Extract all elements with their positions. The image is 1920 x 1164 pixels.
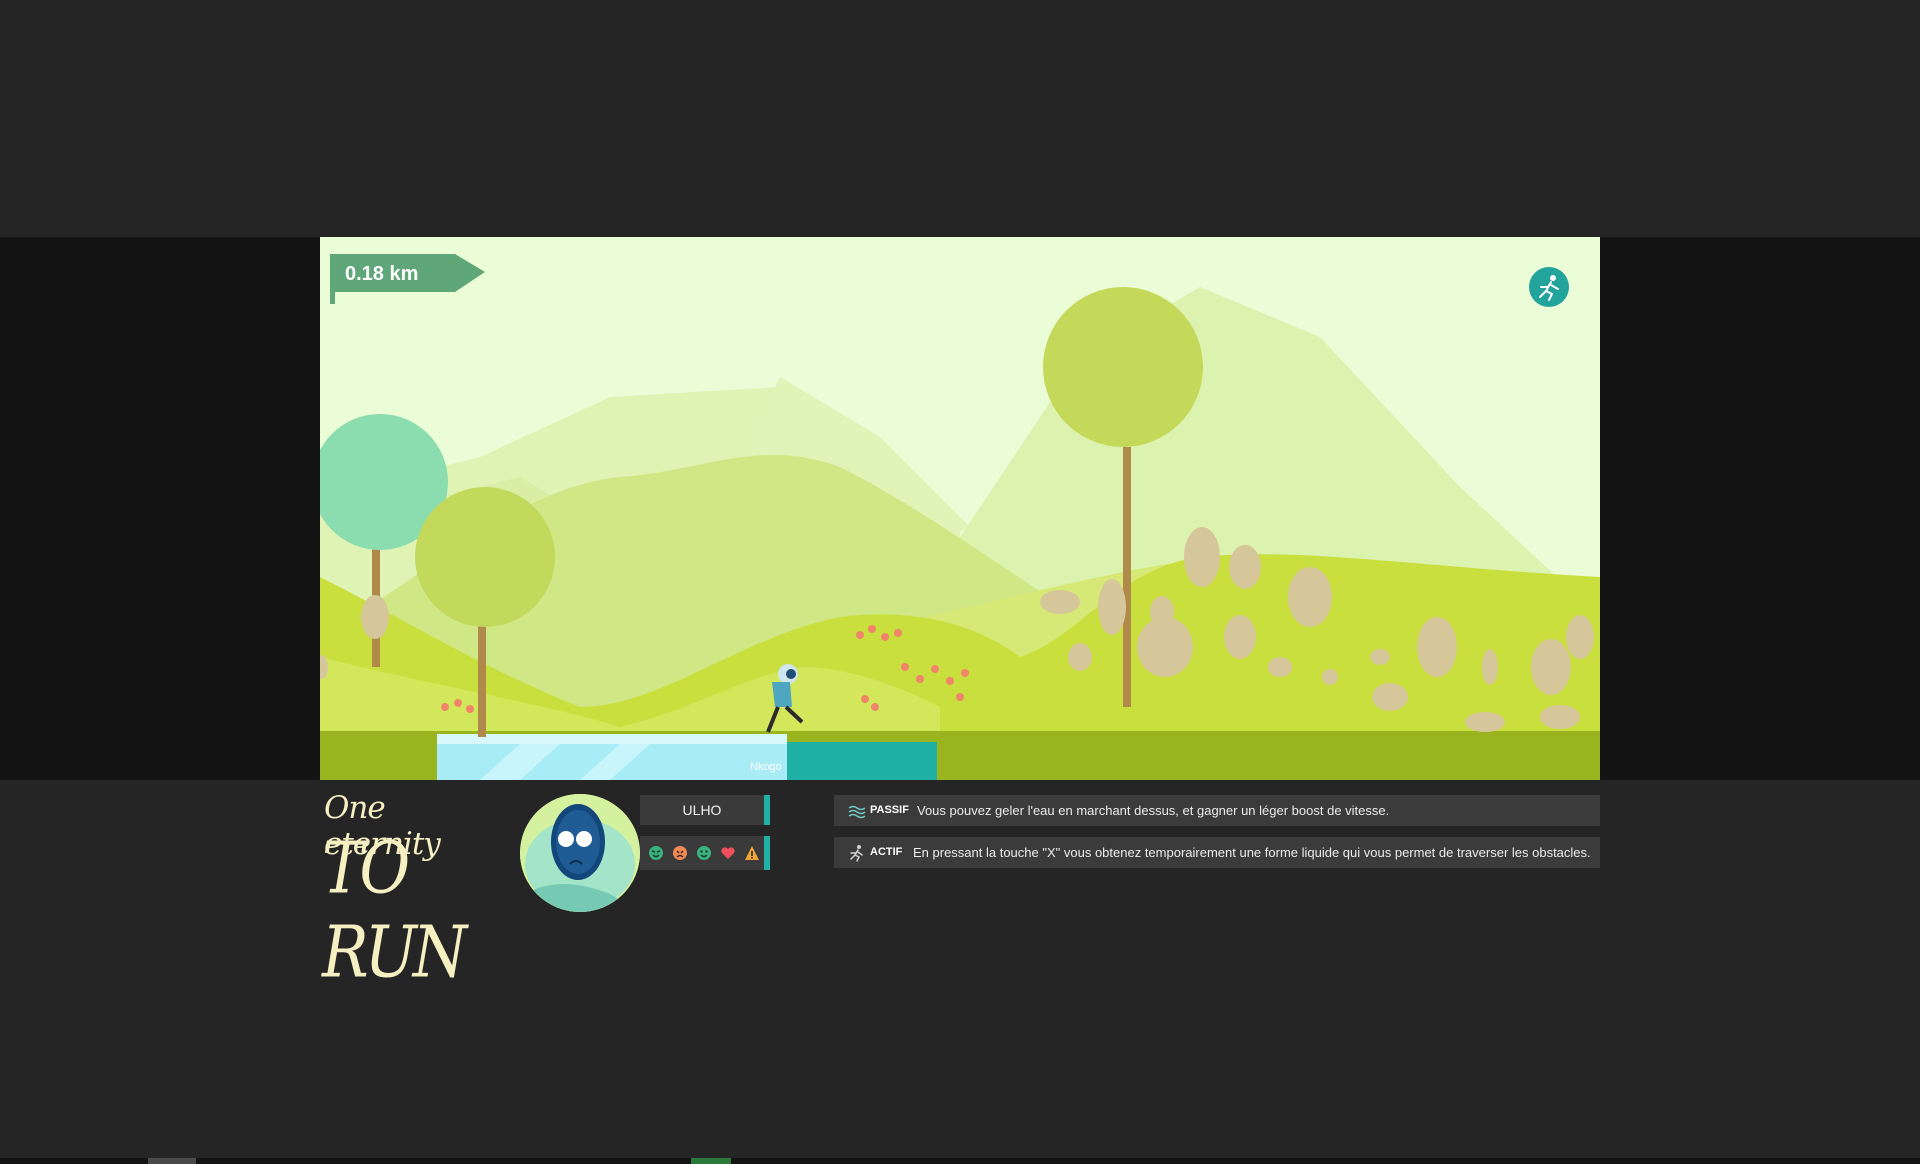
character-avatar xyxy=(520,794,640,912)
player-tag: Nkogo xyxy=(750,761,782,773)
distance-flag: 0.18 km xyxy=(330,254,485,304)
game-footer: One eternity TO RUN ULHO PASSIF Vous pou… xyxy=(320,780,1600,994)
game-viewport[interactable]: 0.18 km Nkogo xyxy=(320,237,1600,780)
character-status xyxy=(640,836,770,870)
emotion-smile-icon xyxy=(696,845,712,861)
passive-label: PASSIF xyxy=(870,804,909,816)
game-scene xyxy=(320,287,1600,780)
active-description: En pressant la touche "X" vous obtenez t… xyxy=(913,845,1591,860)
taskbar-strip xyxy=(0,1158,1920,1164)
taskbar-tab[interactable] xyxy=(691,1158,731,1164)
taskbar-tab[interactable] xyxy=(148,1158,196,1164)
runner-icon xyxy=(848,844,866,862)
active-label: ACTIF xyxy=(870,846,903,858)
runner-mode-button[interactable] xyxy=(1529,267,1569,307)
emotion-happy-icon xyxy=(648,845,664,861)
heart-icon xyxy=(720,845,736,861)
logo-line2: TO RUN xyxy=(322,826,467,994)
warning-icon xyxy=(744,845,760,861)
character-name: ULHO xyxy=(640,795,770,825)
waves-icon xyxy=(848,802,866,820)
passive-description: Vous pouvez geler l'eau en marchant dess… xyxy=(917,803,1390,818)
game-logo: One eternity TO RUN xyxy=(320,790,500,994)
emotion-angry-icon xyxy=(672,845,688,861)
active-ability: ACTIF En pressant la touche "X" vous obt… xyxy=(834,837,1600,868)
passive-ability: PASSIF Vous pouvez geler l'eau en marcha… xyxy=(834,795,1600,826)
distance-label: 0.18 km xyxy=(345,263,419,285)
runner-icon xyxy=(1539,275,1559,301)
